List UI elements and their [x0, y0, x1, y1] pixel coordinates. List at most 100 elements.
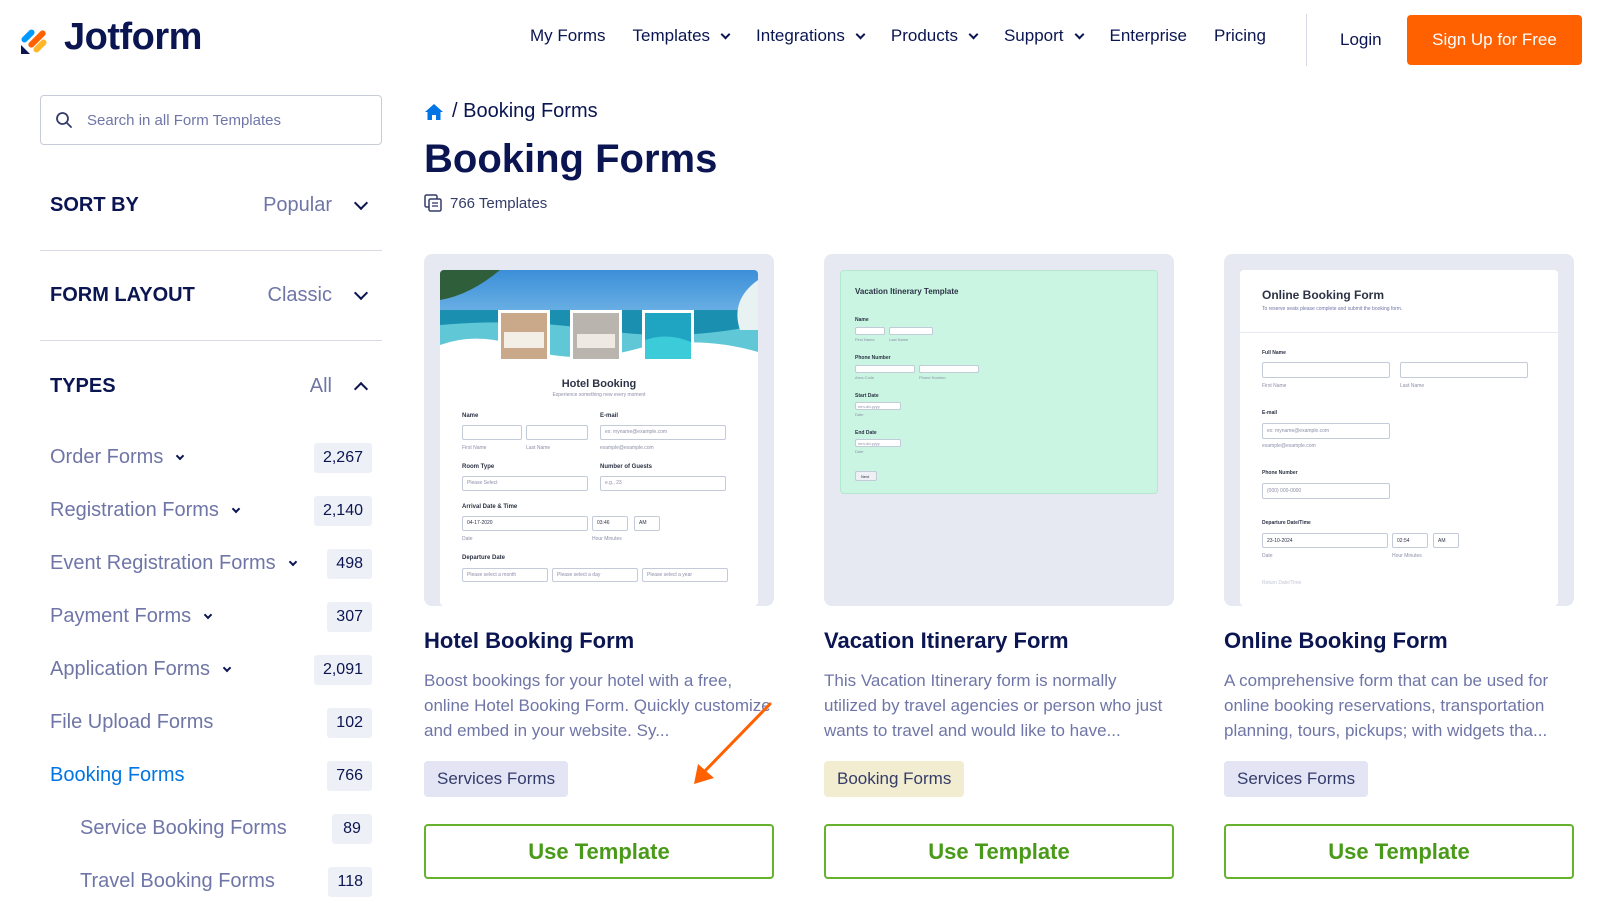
breadcrumb: / Booking Forms	[424, 100, 1574, 123]
type-item-count: 102	[327, 707, 372, 738]
preview-value: 04-17-2020	[467, 520, 493, 526]
type-item[interactable]: Booking Forms 766	[40, 749, 382, 802]
template-preview[interactable]: Hotel Booking Experience something new e…	[424, 254, 774, 606]
nav-support[interactable]: Support	[1003, 26, 1084, 46]
search-input[interactable]	[87, 111, 347, 129]
type-item-name: Order Forms	[50, 446, 164, 468]
type-item[interactable]: Service Booking Forms 89	[40, 802, 382, 855]
preview-value: ex: myname@example.com	[1267, 428, 1330, 434]
category-tag[interactable]: Services Forms	[424, 761, 569, 797]
category-tag[interactable]: Booking Forms	[824, 761, 965, 797]
preview-sublabel: Date	[1262, 553, 1273, 559]
type-item-count: 89	[332, 813, 372, 844]
type-item-label: File Upload Forms	[50, 711, 213, 734]
form-layout-value: Classic	[267, 284, 332, 306]
template-preview[interactable]: Online Booking Form To reserve seats ple…	[1224, 254, 1574, 606]
type-item-label: Event Registration Forms	[50, 552, 297, 575]
form-layout-filter[interactable]: FORM LAYOUT Classic	[40, 251, 382, 341]
nav-label: Products	[890, 26, 958, 45]
card-title[interactable]: Vacation Itinerary Form	[824, 628, 1174, 654]
preview-field: mm-dd-yyyy	[855, 439, 901, 447]
chevron-down-icon	[968, 29, 979, 39]
preview-label: Departure Date	[462, 555, 506, 561]
annotation-arrow-icon	[694, 702, 772, 784]
type-item[interactable]: Order Forms 2,267	[40, 431, 382, 484]
use-template-button[interactable]: Use Template	[1224, 824, 1574, 879]
preview-field	[526, 425, 588, 440]
preview-value: AM	[639, 520, 647, 526]
template-preview[interactable]: Vacation Itinerary Template Name First N…	[824, 254, 1174, 606]
breadcrumb-current: / Booking Forms	[452, 100, 598, 122]
preview-sublabel: Hour Minutes	[1392, 553, 1422, 559]
type-item[interactable]: Application Forms 2,091	[40, 643, 382, 696]
use-template-button[interactable]: Use Template	[824, 824, 1174, 879]
types-control: All	[310, 375, 372, 398]
preview-title: Vacation Itinerary Template	[855, 287, 959, 296]
template-cards: Hotel Booking Experience something new e…	[424, 254, 1574, 879]
preview-divider	[1240, 332, 1558, 333]
chevron-down-icon[interactable]	[231, 504, 241, 513]
type-item-count: 766	[327, 760, 372, 791]
nav-products[interactable]: Products	[890, 26, 979, 46]
jotform-logo-icon	[21, 28, 47, 54]
nav-my-forms[interactable]: My Forms	[530, 26, 606, 46]
preview-sublabel: Date	[462, 536, 473, 542]
nav-label: Support	[1003, 26, 1064, 45]
type-item[interactable]: Registration Forms 2,140	[40, 484, 382, 537]
nav-label: My Forms	[530, 26, 606, 45]
category-tag[interactable]: Services Forms	[1224, 761, 1369, 797]
chevron-down-icon[interactable]	[222, 663, 232, 672]
chevron-down-icon[interactable]	[203, 610, 213, 619]
type-item[interactable]: Event Registration Forms 498	[40, 537, 382, 590]
types-filter[interactable]: TYPES All	[40, 341, 382, 431]
chevron-down-icon[interactable]	[288, 557, 297, 566]
chevron-up-icon	[353, 381, 369, 397]
preview-sublabel: example@example.com	[600, 445, 654, 451]
jotform-logo[interactable]: Jotform	[18, 16, 202, 59]
nav-enterprise[interactable]: Enterprise	[1110, 26, 1187, 46]
chevron-down-icon[interactable]	[176, 451, 185, 460]
preview-field	[462, 425, 522, 440]
nav-pricing[interactable]: Pricing	[1214, 26, 1266, 46]
type-item-label: Payment Forms	[50, 605, 213, 628]
nav-label: Templates	[632, 26, 711, 45]
preview-select: Please select a day	[552, 568, 638, 582]
preview-title: Online Booking Form	[1262, 288, 1384, 302]
preview-sublabel: Hour Minutes	[592, 536, 622, 542]
preview-field: 03:46	[592, 516, 628, 531]
home-icon[interactable]	[424, 103, 444, 121]
page-title: Booking Forms	[424, 137, 718, 181]
types-list: Order Forms 2,267 Registration Forms 2,140 E…	[40, 431, 382, 900]
preview-button-label: Next	[861, 474, 870, 479]
nav-integrations[interactable]: Integrations	[756, 26, 866, 46]
preview-sublabel: example@example.com	[1262, 443, 1316, 449]
preview-label: Return Date/Time	[1262, 580, 1302, 586]
type-item[interactable]: File Upload Forms 102	[40, 696, 382, 749]
type-item-label: Travel Booking Forms	[80, 870, 275, 893]
type-item-name: File Upload Forms	[50, 711, 214, 733]
preview-select: AM	[1433, 533, 1459, 548]
preview-label: Departure Date/Time	[1262, 520, 1311, 526]
sort-by-filter[interactable]: SORT BY Popular	[40, 161, 382, 251]
type-item[interactable]: Payment Forms 307	[40, 590, 382, 643]
preview-label: Room Type	[462, 464, 495, 470]
signup-button[interactable]: Sign Up for Free	[1407, 15, 1582, 65]
preview-select: Please Select	[462, 476, 588, 491]
preview-sublabel: First Name	[855, 337, 875, 342]
type-item-count: 118	[328, 866, 372, 897]
preview-title: Hotel Booking	[561, 378, 637, 390]
sort-by-value: Popular	[263, 194, 332, 216]
card-title[interactable]: Hotel Booking Form	[424, 628, 774, 654]
preview-value: e.g., 23	[605, 480, 622, 486]
nav-templates[interactable]: Templates	[632, 26, 731, 46]
login-link[interactable]: Login	[1340, 30, 1382, 50]
card-title[interactable]: Online Booking Form	[1224, 628, 1574, 654]
template-search	[40, 95, 382, 145]
preview-label: Arrival Date & Time	[462, 504, 518, 510]
preview-label: Phone Number	[1262, 470, 1298, 476]
nav-divider	[1306, 14, 1307, 66]
type-item-name: Booking Forms	[50, 764, 185, 786]
preview-label: Start Date	[855, 393, 879, 399]
use-template-button[interactable]: Use Template	[424, 824, 774, 879]
type-item[interactable]: Travel Booking Forms 118	[40, 855, 382, 900]
